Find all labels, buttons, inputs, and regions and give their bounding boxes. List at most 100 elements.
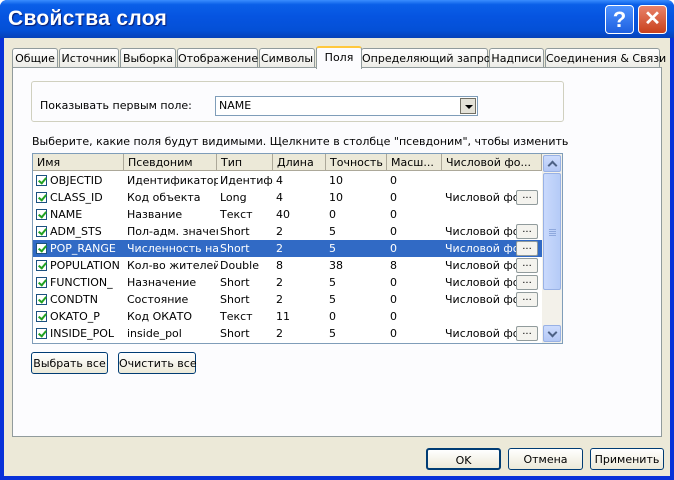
tab-definition-query[interactable]: Определяющий запрос — [361, 48, 497, 68]
cell-type: Long — [220, 191, 247, 204]
tab-display[interactable]: Отображение — [177, 48, 258, 68]
number-format-button[interactable]: ... — [516, 258, 538, 273]
cell-scale: 8 — [390, 259, 397, 272]
close-button[interactable]: ✕ — [638, 5, 667, 34]
number-format-button[interactable]: ... — [516, 241, 538, 256]
table-row[interactable]: OBJECTID ИдентификаторИдентиф...4 10 0 — [33, 172, 542, 189]
primary-field-dropdown[interactable]: NAME — [215, 96, 478, 116]
window-title: Свойства слоя — [8, 7, 168, 30]
ok-button[interactable]: OK — [426, 448, 501, 470]
cell-precision: 38 — [329, 259, 343, 272]
cell-precision: 5 — [329, 327, 336, 340]
select-all-button[interactable]: Выбрать все — [31, 352, 108, 374]
cell-alias[interactable]: Код ОКАТО — [124, 308, 218, 325]
cell-name: POP_RANGE — [50, 242, 116, 255]
col-header-number-format[interactable]: Числовой фо... — [442, 154, 542, 171]
col-header-alias[interactable]: Псевдоним — [124, 154, 217, 171]
tab-symbology[interactable]: Символы — [259, 48, 315, 68]
cell-number-format — [442, 172, 517, 189]
table-row[interactable]: NAME Название Текст 40 0 0 — [33, 206, 542, 223]
scroll-thumb[interactable] — [543, 173, 561, 290]
cell-scale: 0 — [390, 293, 397, 306]
help-button[interactable]: ? — [605, 5, 634, 34]
visible-checkbox[interactable] — [36, 226, 47, 237]
fields-grid[interactable]: Имя Псевдоним Тип Длина Точность Масш...… — [32, 153, 563, 344]
scroll-down-icon[interactable] — [543, 325, 561, 342]
grid-header: Имя Псевдоним Тип Длина Точность Масш...… — [33, 154, 542, 171]
visible-checkbox[interactable] — [36, 209, 47, 220]
visible-checkbox[interactable] — [36, 328, 47, 339]
cell-type: Short — [220, 242, 250, 255]
tab-source[interactable]: Источник — [59, 48, 119, 68]
cell-number-format: Числовой фо... — [445, 242, 517, 255]
instruction-text: Выберите, какие поля будут видимыми. Щел… — [32, 135, 569, 148]
cell-alias[interactable]: Пол-адм. значен... — [124, 223, 218, 240]
col-header-name[interactable]: Имя — [33, 154, 124, 171]
cell-alias[interactable]: Идентификатор — [124, 172, 218, 189]
cancel-button[interactable]: Отмена — [508, 448, 583, 470]
visible-checkbox[interactable] — [36, 277, 47, 288]
cell-alias[interactable]: Кол-во жителей — [124, 257, 218, 274]
number-format-button[interactable]: ... — [516, 292, 538, 307]
cell-length: 8 — [276, 259, 283, 272]
visible-checkbox[interactable] — [36, 294, 47, 305]
tab-fields[interactable]: Поля — [316, 46, 362, 69]
cell-alias[interactable]: Код объекта — [124, 189, 218, 206]
titlebar[interactable]: Свойства слоя ? ✕ — [0, 0, 674, 38]
tab-labels[interactable]: Надписи — [489, 48, 544, 68]
tab-selection[interactable]: Выборка — [120, 48, 176, 68]
col-header-scale[interactable]: Масш... — [387, 154, 442, 171]
table-row[interactable]: INSIDE_POL inside_polShort 2 5 0 Числовой фо.… — [33, 325, 542, 342]
cell-precision: 5 — [329, 293, 336, 306]
cell-scale: 0 — [390, 208, 397, 221]
number-format-button[interactable]: ... — [516, 326, 538, 341]
col-header-length[interactable]: Длина — [273, 154, 326, 171]
scroll-up-icon[interactable] — [543, 155, 561, 172]
vertical-scrollbar[interactable] — [542, 154, 562, 343]
cell-precision: 5 — [329, 276, 336, 289]
visible-checkbox[interactable] — [36, 243, 47, 254]
cell-alias[interactable]: Название — [124, 206, 218, 223]
col-header-type[interactable]: Тип — [217, 154, 273, 171]
chevron-down-icon[interactable] — [460, 98, 476, 114]
table-row[interactable]: FUNCTION_ НазначениеShort 2 5 0 Числовой фо..… — [33, 274, 542, 291]
apply-button[interactable]: Применить — [590, 448, 664, 470]
clear-all-button[interactable]: Очистить все — [118, 352, 197, 374]
visible-checkbox[interactable] — [36, 175, 47, 186]
cell-length: 11 — [276, 310, 290, 323]
cell-number-format: Числовой фо... — [445, 276, 517, 289]
number-format-button[interactable]: ... — [516, 275, 538, 290]
cell-alias[interactable]: Численность на... — [124, 240, 218, 257]
visible-checkbox[interactable] — [36, 311, 47, 322]
grip-icon — [549, 229, 556, 236]
tab-joins-relates[interactable]: Соединения & Связи — [545, 48, 666, 68]
cell-type: Double — [220, 259, 259, 272]
tab-general[interactable]: Общие — [12, 48, 58, 68]
cell-name: FUNCTION_ — [50, 276, 113, 289]
table-row[interactable]: ADM_STS Пол-адм. значен...Short 2 5 0 Числово… — [33, 223, 542, 240]
col-header-precision[interactable]: Точность — [326, 154, 387, 171]
visible-checkbox[interactable] — [36, 192, 47, 203]
cell-precision: 5 — [329, 225, 336, 238]
table-row[interactable]: POPULATION Кол-во жителей Double 8 38 8 Числов… — [33, 257, 542, 274]
cell-precision: 5 — [329, 242, 336, 255]
number-format-button[interactable]: ... — [516, 224, 538, 239]
cell-alias[interactable]: inside_pol — [124, 325, 218, 342]
visible-checkbox[interactable] — [36, 260, 47, 271]
cell-scale: 0 — [390, 191, 397, 204]
table-row[interactable]: OKATO_P Код ОКАТО Текст 11 0 0 — [33, 308, 542, 325]
cell-alias[interactable]: Назначение — [124, 274, 218, 291]
cell-name: POPULATION — [50, 259, 120, 272]
fields-panel: Показывать первым поле: NAME Выберите, к… — [12, 67, 662, 437]
layer-properties-window: Свойства слоя ? ✕ Общие Источник Выборка… — [0, 0, 674, 480]
help-icon: ? — [612, 7, 627, 32]
cell-length: 2 — [276, 225, 283, 238]
cell-alias[interactable]: Состояние — [124, 291, 218, 308]
cell-name: CLASS_ID — [50, 191, 103, 204]
table-row[interactable]: CONDTN СостояниеShort 2 5 0 Числовой фо...... — [33, 291, 542, 308]
number-format-button[interactable]: ... — [516, 190, 538, 205]
cell-number-format: Числовой фо... — [445, 259, 517, 272]
table-row[interactable]: POP_RANGE Численность на...Short 2 5 0 Числов… — [33, 240, 542, 257]
primary-field-value: NAME — [219, 99, 252, 112]
table-row[interactable]: CLASS_ID Код объектаLong 4 10 0 Числовой фо..… — [33, 189, 542, 206]
